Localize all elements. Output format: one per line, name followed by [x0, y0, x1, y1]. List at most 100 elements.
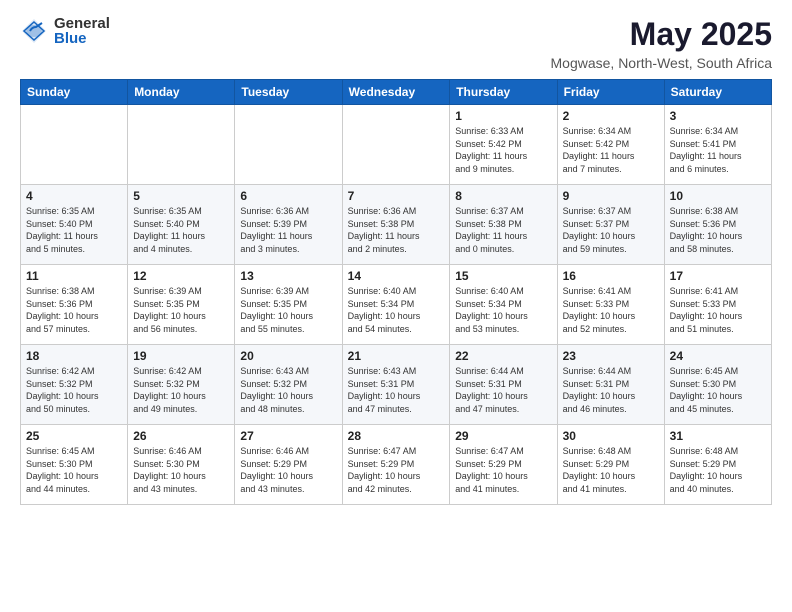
calendar-cell: 15 Sunrise: 6:40 AM Sunset: 5:34 PM Dayli…: [450, 265, 557, 345]
day-number: 18: [26, 349, 122, 363]
day-number: 1: [455, 109, 551, 123]
week-row-5: 25 Sunrise: 6:45 AM Sunset: 5:30 PM Dayli…: [21, 425, 772, 505]
logo: General Blue: [20, 16, 110, 46]
day-info: Sunrise: 6:34 AM Sunset: 5:42 PM Dayligh…: [563, 125, 659, 175]
weekday-row: Sunday Monday Tuesday Wednesday Thursday…: [21, 80, 772, 105]
day-number: 3: [670, 109, 766, 123]
calendar-cell: 19 Sunrise: 6:42 AM Sunset: 5:32 PM Dayli…: [128, 345, 235, 425]
day-number: 4: [26, 189, 122, 203]
day-info: Sunrise: 6:48 AM Sunset: 5:29 PM Dayligh…: [670, 445, 766, 495]
calendar-cell: 28 Sunrise: 6:47 AM Sunset: 5:29 PM Dayli…: [342, 425, 450, 505]
day-number: 29: [455, 429, 551, 443]
calendar-cell: 23 Sunrise: 6:44 AM Sunset: 5:31 PM Dayli…: [557, 345, 664, 425]
day-number: 23: [563, 349, 659, 363]
calendar-cell: 7Sunrise: 6:36 AM Sunset: 5:38 PM Daylig…: [342, 185, 450, 265]
weekday-friday: Friday: [557, 80, 664, 105]
day-number: 8: [455, 189, 551, 203]
day-info: Sunrise: 6:45 AM Sunset: 5:30 PM Dayligh…: [26, 445, 122, 495]
calendar-cell: 8 Sunrise: 6:37 AM Sunset: 5:38 PM Daylig…: [450, 185, 557, 265]
day-number: 10: [670, 189, 766, 203]
day-info: Sunrise: 6:39 AM Sunset: 5:35 PM Dayligh…: [133, 285, 229, 335]
day-number: 2: [563, 109, 659, 123]
day-info: Sunrise: 6:37 AM Sunset: 5:37 PM Dayligh…: [563, 205, 659, 255]
day-info: Sunrise: 6:40 AM Sunset: 5:34 PM Dayligh…: [455, 285, 551, 335]
calendar: Sunday Monday Tuesday Wednesday Thursday…: [20, 79, 772, 505]
day-number: 30: [563, 429, 659, 443]
calendar-cell: 6 Sunrise: 6:36 AM Sunset: 5:39 PM Daylig…: [235, 185, 342, 265]
weekday-saturday: Saturday: [664, 80, 771, 105]
day-number: 25: [26, 429, 122, 443]
calendar-cell: 10Sunrise: 6:38 AM Sunset: 5:36 PM Dayli…: [664, 185, 771, 265]
calendar-header: Sunday Monday Tuesday Wednesday Thursday…: [21, 80, 772, 105]
calendar-cell: 25 Sunrise: 6:45 AM Sunset: 5:30 PM Dayli…: [21, 425, 128, 505]
day-number: 9: [563, 189, 659, 203]
day-number: 20: [240, 349, 336, 363]
day-number: 19: [133, 349, 229, 363]
day-info: Sunrise: 6:45 AM Sunset: 5:30 PM Dayligh…: [670, 365, 766, 415]
calendar-cell: 21 Sunrise: 6:43 AM Sunset: 5:31 PM Dayli…: [342, 345, 450, 425]
calendar-cell: [128, 105, 235, 185]
weekday-tuesday: Tuesday: [235, 80, 342, 105]
calendar-cell: 30 Sunrise: 6:48 AM Sunset: 5:29 PM Dayli…: [557, 425, 664, 505]
day-info: Sunrise: 6:36 AM Sunset: 5:38 PM Dayligh…: [348, 205, 445, 255]
day-info: Sunrise: 6:38 AM Sunset: 5:36 PM Dayligh…: [26, 285, 122, 335]
day-info: Sunrise: 6:44 AM Sunset: 5:31 PM Dayligh…: [455, 365, 551, 415]
day-info: Sunrise: 6:35 AM Sunset: 5:40 PM Dayligh…: [133, 205, 229, 255]
day-info: Sunrise: 6:46 AM Sunset: 5:30 PM Dayligh…: [133, 445, 229, 495]
calendar-cell: 3Sunrise: 6:34 AM Sunset: 5:41 PM Daylig…: [664, 105, 771, 185]
calendar-cell: [342, 105, 450, 185]
weekday-thursday: Thursday: [450, 80, 557, 105]
day-info: Sunrise: 6:42 AM Sunset: 5:32 PM Dayligh…: [26, 365, 122, 415]
logo-blue-text: Blue: [54, 31, 110, 46]
day-info: Sunrise: 6:47 AM Sunset: 5:29 PM Dayligh…: [348, 445, 445, 495]
day-number: 31: [670, 429, 766, 443]
logo-text: General Blue: [54, 16, 110, 46]
calendar-cell: 1Sunrise: 6:33 AM Sunset: 5:42 PM Daylig…: [450, 105, 557, 185]
calendar-cell: 11 Sunrise: 6:38 AM Sunset: 5:36 PM Dayli…: [21, 265, 128, 345]
calendar-cell: 5 Sunrise: 6:35 AM Sunset: 5:40 PM Daylig…: [128, 185, 235, 265]
calendar-cell: 16 Sunrise: 6:41 AM Sunset: 5:33 PM Dayli…: [557, 265, 664, 345]
day-number: 12: [133, 269, 229, 283]
weekday-sunday: Sunday: [21, 80, 128, 105]
calendar-cell: 29 Sunrise: 6:47 AM Sunset: 5:29 PM Dayli…: [450, 425, 557, 505]
calendar-cell: 26Sunrise: 6:46 AM Sunset: 5:30 PM Dayli…: [128, 425, 235, 505]
day-info: Sunrise: 6:44 AM Sunset: 5:31 PM Dayligh…: [563, 365, 659, 415]
calendar-cell: 17 Sunrise: 6:41 AM Sunset: 5:33 PM Dayli…: [664, 265, 771, 345]
day-number: 21: [348, 349, 445, 363]
day-info: Sunrise: 6:46 AM Sunset: 5:29 PM Dayligh…: [240, 445, 336, 495]
day-number: 16: [563, 269, 659, 283]
day-info: Sunrise: 6:48 AM Sunset: 5:29 PM Dayligh…: [563, 445, 659, 495]
day-number: 24: [670, 349, 766, 363]
calendar-cell: [235, 105, 342, 185]
day-info: Sunrise: 6:41 AM Sunset: 5:33 PM Dayligh…: [563, 285, 659, 335]
page: General Blue May 2025 Mogwase, North-Wes…: [0, 0, 792, 612]
calendar-cell: 22Sunrise: 6:44 AM Sunset: 5:31 PM Dayli…: [450, 345, 557, 425]
day-number: 6: [240, 189, 336, 203]
day-info: Sunrise: 6:47 AM Sunset: 5:29 PM Dayligh…: [455, 445, 551, 495]
day-number: 15: [455, 269, 551, 283]
header: General Blue May 2025 Mogwase, North-Wes…: [20, 16, 772, 71]
day-number: 27: [240, 429, 336, 443]
day-info: Sunrise: 6:42 AM Sunset: 5:32 PM Dayligh…: [133, 365, 229, 415]
day-number: 14: [348, 269, 445, 283]
day-number: 17: [670, 269, 766, 283]
day-number: 5: [133, 189, 229, 203]
calendar-cell: 24 Sunrise: 6:45 AM Sunset: 5:30 PM Dayli…: [664, 345, 771, 425]
day-info: Sunrise: 6:40 AM Sunset: 5:34 PM Dayligh…: [348, 285, 445, 335]
location-title: Mogwase, North-West, South Africa: [551, 55, 773, 71]
day-number: 11: [26, 269, 122, 283]
week-row-2: 4 Sunrise: 6:35 AM Sunset: 5:40 PM Daylig…: [21, 185, 772, 265]
day-info: Sunrise: 6:37 AM Sunset: 5:38 PM Dayligh…: [455, 205, 551, 255]
calendar-cell: 13Sunrise: 6:39 AM Sunset: 5:35 PM Dayli…: [235, 265, 342, 345]
day-info: Sunrise: 6:36 AM Sunset: 5:39 PM Dayligh…: [240, 205, 336, 255]
week-row-1: 1Sunrise: 6:33 AM Sunset: 5:42 PM Daylig…: [21, 105, 772, 185]
week-row-4: 18 Sunrise: 6:42 AM Sunset: 5:32 PM Dayli…: [21, 345, 772, 425]
day-info: Sunrise: 6:43 AM Sunset: 5:32 PM Dayligh…: [240, 365, 336, 415]
calendar-cell: [21, 105, 128, 185]
day-number: 28: [348, 429, 445, 443]
day-info: Sunrise: 6:41 AM Sunset: 5:33 PM Dayligh…: [670, 285, 766, 335]
calendar-cell: 20 Sunrise: 6:43 AM Sunset: 5:32 PM Dayli…: [235, 345, 342, 425]
day-info: Sunrise: 6:43 AM Sunset: 5:31 PM Dayligh…: [348, 365, 445, 415]
calendar-body: 1Sunrise: 6:33 AM Sunset: 5:42 PM Daylig…: [21, 105, 772, 505]
week-row-3: 11 Sunrise: 6:38 AM Sunset: 5:36 PM Dayli…: [21, 265, 772, 345]
